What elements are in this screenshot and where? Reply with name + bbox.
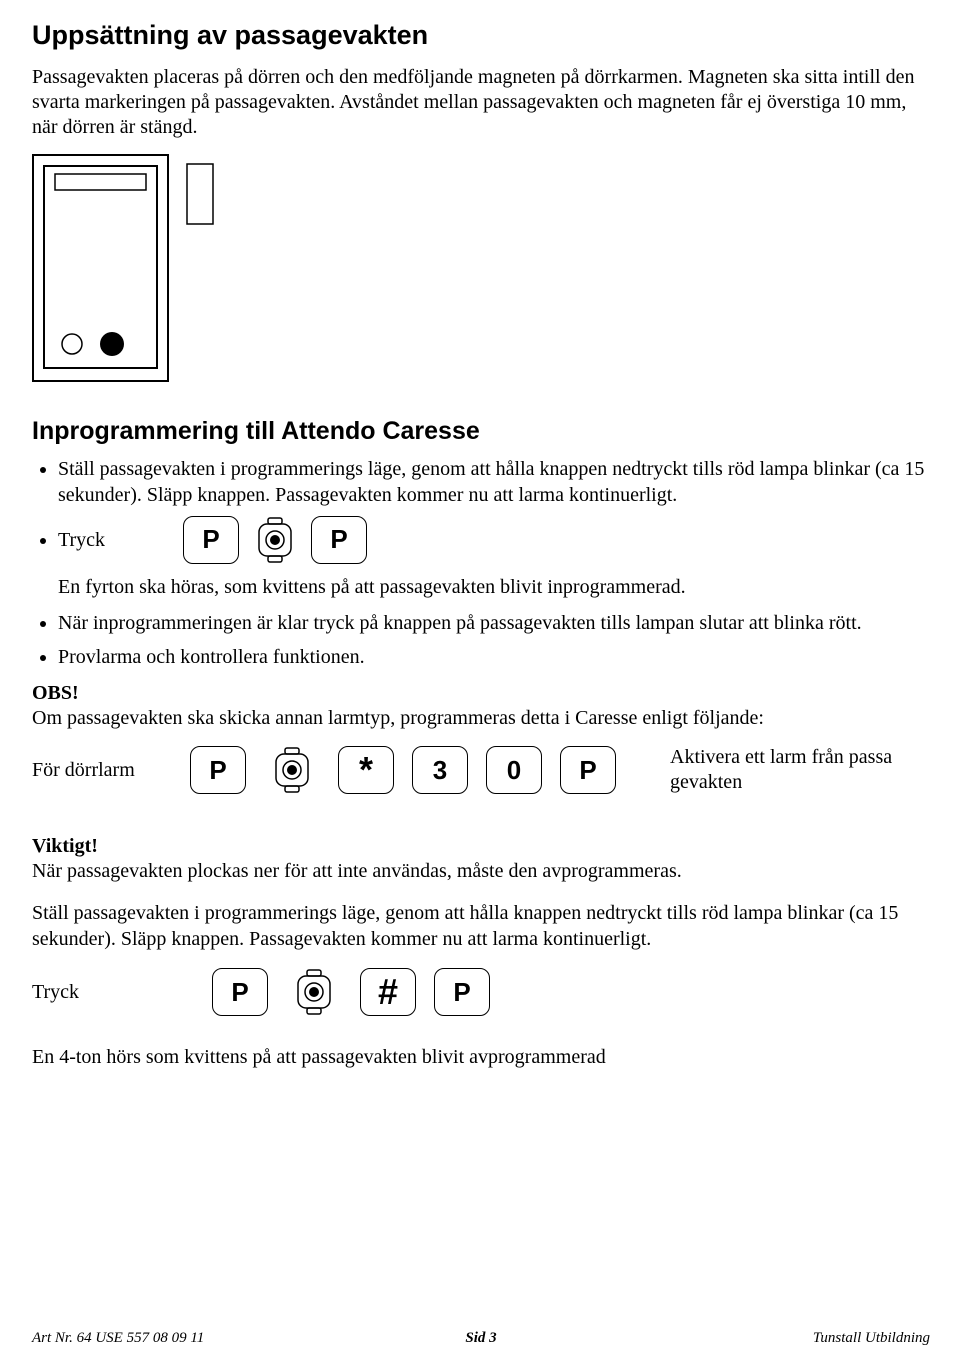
footer-page-prefix: Sid (465, 1330, 489, 1346)
key-p-button: P (434, 968, 490, 1016)
step-4: Provlarma och kontrollera funktionen. (58, 644, 930, 670)
watch-icon (286, 968, 342, 1016)
press-label: Tryck (58, 527, 105, 553)
step-1: Ställ passagevakten i programmerings läg… (58, 456, 930, 508)
obs-title: OBS! (32, 682, 930, 705)
step-2-result: En fyrton ska höras, som kvittens på att… (58, 574, 930, 600)
section-heading-programming: Inprogrammering till Attendo Caresse (32, 417, 930, 446)
step-3: När inprogrammeringen är klar tryck på k… (58, 610, 930, 636)
page-footer: Art Nr. 64 USE 557 08 09 11 Sid 3 Tunsta… (32, 1330, 930, 1347)
programming-steps-list: Ställ passagevakten i programmerings läg… (32, 456, 930, 670)
key-p-button: P (311, 516, 367, 564)
key-p-button: P (183, 516, 239, 564)
obs-block: OBS! Om passagevakten ska skicka annan l… (32, 682, 930, 731)
tryck-label: Tryck (32, 981, 212, 1004)
important-title: Viktigt! (32, 835, 930, 858)
watch-icon (247, 516, 303, 564)
footer-article-number: Art Nr. 64 USE 557 08 09 11 (32, 1330, 204, 1347)
intro-paragraph: Passagevakten placeras på dörren och den… (32, 65, 930, 140)
important-block: Viktigt! När passagevakten plockas ner f… (32, 835, 930, 952)
key-0-button: 0 (486, 746, 542, 794)
key-star-button: * (338, 746, 394, 794)
device-diagram (32, 154, 930, 389)
important-p1: När passagevakten plockas ner för att in… (32, 858, 930, 884)
obs-text: Om passagevakten ska skicka annan larmty… (32, 705, 930, 731)
deprogram-press-row: Tryck P # P (32, 968, 930, 1016)
footer-page-number: Sid 3 (465, 1330, 496, 1347)
key-hash-button: # (360, 968, 416, 1016)
page-title: Uppsättning av passagevakten (32, 20, 930, 51)
key-p-button: P (212, 968, 268, 1016)
final-confirmation-text: En 4-ton hörs som kvittens på att passag… (32, 1046, 930, 1069)
press-row-1: Tryck P P (58, 516, 930, 564)
door-alarm-sequence-row: För dörrlarm P * 3 0 P Aktivera ett larm… (32, 745, 930, 795)
deprogram-buttons: P # P (212, 968, 490, 1016)
key-p-button: P (560, 746, 616, 794)
footer-page-num: 3 (489, 1330, 497, 1346)
door-alarm-buttons: P * 3 0 P (190, 746, 616, 794)
important-p2: Ställ passagevakten i programmerings läg… (32, 900, 930, 952)
step-2: Tryck P P En fyrton ska höras, som kvitt… (58, 516, 930, 600)
footer-brand: Tunstall Utbildning (813, 1330, 930, 1347)
watch-icon (264, 746, 320, 794)
door-alarm-label: För dörrlarm (32, 759, 190, 782)
key-p-button: P (190, 746, 246, 794)
door-alarm-description: Aktivera ett larm från passa gevakten (670, 745, 930, 795)
key-3-button: 3 (412, 746, 468, 794)
